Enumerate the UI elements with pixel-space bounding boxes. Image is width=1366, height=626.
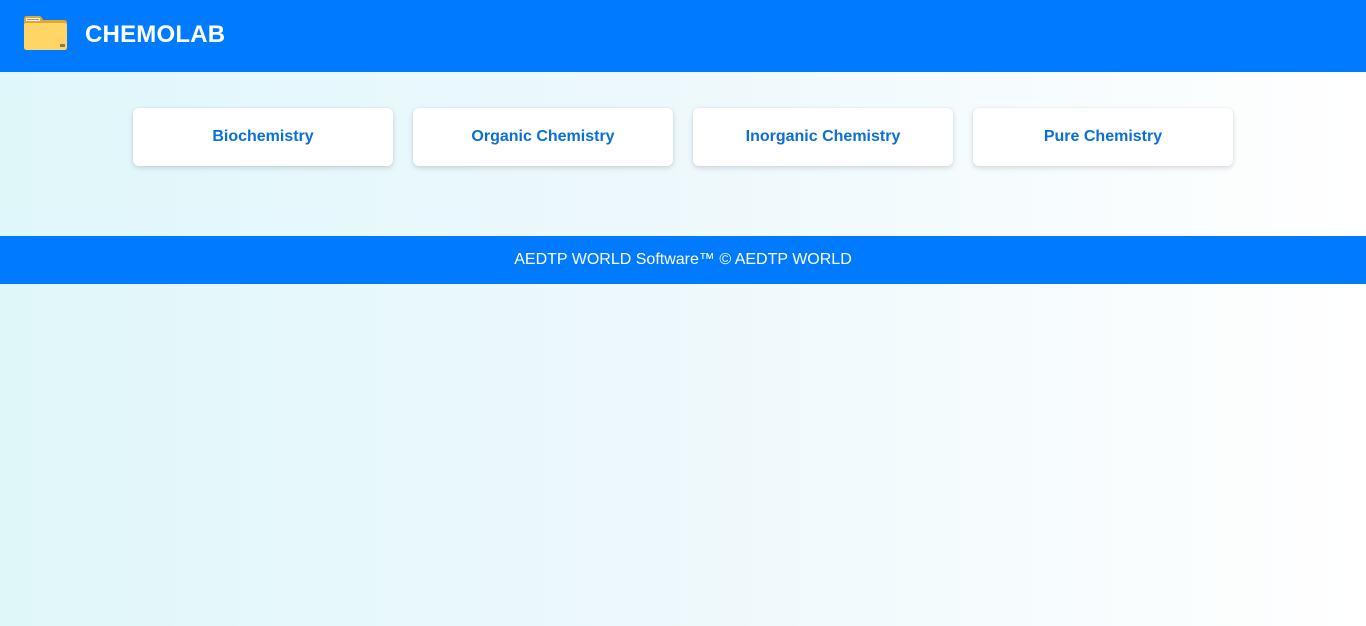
- card-label: Organic Chemistry: [471, 128, 615, 145]
- app-header: CHEMOLAB: [0, 0, 1366, 72]
- app-title: CHEMOLAB: [85, 21, 226, 48]
- folder-icon: [23, 15, 68, 51]
- page-footer: AEDTP WORLD Software™ © AEDTP WORLD: [0, 236, 1366, 284]
- card-label: Inorganic Chemistry: [745, 128, 901, 145]
- card-label: Pure Chemistry: [1043, 128, 1163, 145]
- card-inorganic-chemistry[interactable]: Inorganic Chemistry: [693, 108, 953, 166]
- category-cards: Biochemistry Organic Chemistry Inorganic…: [133, 108, 1233, 166]
- card-biochemistry[interactable]: Biochemistry: [133, 108, 393, 166]
- card-pure-chemistry[interactable]: Pure Chemistry: [973, 108, 1233, 166]
- footer-copyright: AEDTP WORLD Software™ © AEDTP WORLD: [514, 251, 852, 268]
- card-organic-chemistry[interactable]: Organic Chemistry: [413, 108, 673, 166]
- card-label: Biochemistry: [212, 128, 314, 145]
